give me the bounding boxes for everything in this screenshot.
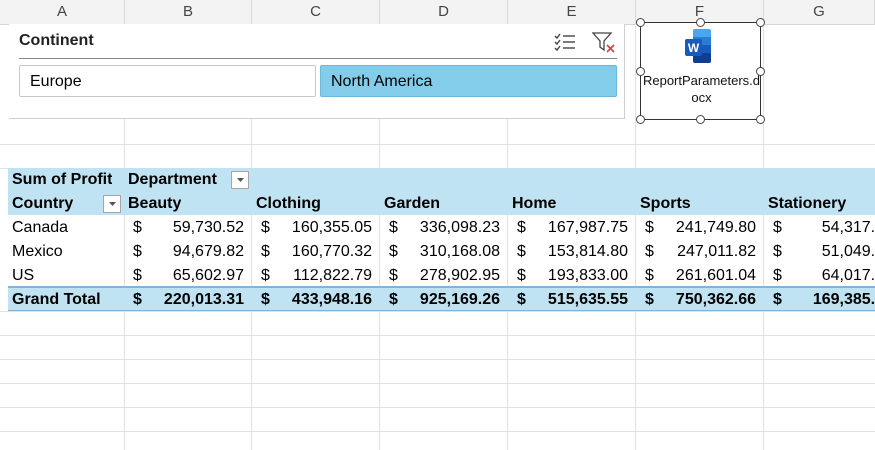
value-cell[interactable]: 153,814.80 [529, 240, 628, 264]
value-cell[interactable]: 336,098.23 [401, 216, 500, 240]
svg-text:W: W [688, 41, 700, 55]
value-cell[interactable]: 160,355.05 [273, 216, 372, 240]
currency-symbol: $ [261, 267, 270, 284]
country-filter-dropdown[interactable] [103, 195, 121, 213]
grand-total-value[interactable]: 169,385.6 [785, 288, 875, 312]
currency-symbol: $ [517, 243, 526, 260]
slicer-item-europe[interactable]: Europe [19, 65, 316, 97]
row-label-country[interactable]: Mexico [12, 240, 63, 264]
currency-symbol: $ [645, 291, 654, 308]
currency-symbol: $ [517, 267, 526, 284]
column-header-a[interactable]: A [0, 0, 125, 24]
currency-symbol: $ [645, 219, 654, 236]
slicer-title: Continent [19, 32, 94, 49]
clear-filter-icon[interactable] [591, 32, 615, 53]
value-cell[interactable]: 65,602.97 [145, 264, 244, 288]
embedded-document-object[interactable]: W ReportParameters.d ocx [640, 22, 761, 120]
currency-symbol: $ [517, 291, 526, 308]
currency-symbol: $ [133, 243, 142, 260]
resize-handle[interactable] [756, 115, 765, 124]
currency-symbol: $ [773, 267, 782, 284]
continent-slicer[interactable]: Continent Europe North America [9, 24, 625, 119]
currency-symbol: $ [389, 267, 398, 284]
currency-symbol: $ [133, 219, 142, 236]
slicer-separator [19, 58, 617, 59]
grand-total-value[interactable]: 925,169.26 [401, 288, 500, 312]
resize-handle[interactable] [636, 115, 645, 124]
pivot-column-field-label[interactable]: Department [128, 168, 217, 192]
multi-select-icon[interactable] [554, 32, 576, 52]
grand-total-value[interactable]: 220,013.31 [145, 288, 244, 312]
currency-symbol: $ [389, 291, 398, 308]
slicer-item-north-america[interactable]: North America [320, 65, 617, 97]
grand-total-value[interactable]: 515,635.55 [529, 288, 628, 312]
value-cell[interactable]: 64,017.8 [785, 264, 875, 288]
currency-symbol: $ [261, 291, 270, 308]
value-cell[interactable]: 193,833.00 [529, 264, 628, 288]
value-cell[interactable]: 94,679.82 [145, 240, 244, 264]
department-header-beauty[interactable]: Beauty [128, 192, 181, 216]
department-header-clothing[interactable]: Clothing [256, 192, 321, 216]
currency-symbol: $ [261, 219, 270, 236]
currency-symbol: $ [389, 243, 398, 260]
grand-total-label[interactable]: Grand Total [12, 288, 101, 312]
value-cell[interactable]: 247,011.82 [657, 240, 756, 264]
value-cell[interactable]: 54,317.8 [785, 216, 875, 240]
row-label-country[interactable]: US [12, 264, 34, 288]
filename-line-1: ReportParameters.d [642, 73, 761, 88]
value-cell[interactable]: 112,822.79 [273, 264, 372, 288]
spreadsheet: A B C D E F G Sum of Profit Department C… [0, 0, 875, 450]
currency-symbol: $ [773, 291, 782, 308]
pivot-row-field-label[interactable]: Country [12, 192, 73, 216]
currency-symbol: $ [773, 243, 782, 260]
value-cell[interactable]: 261,601.04 [657, 264, 756, 288]
value-cell[interactable]: 51,049.8 [785, 240, 875, 264]
column-header-e[interactable]: E [508, 0, 636, 24]
pivot-value-label[interactable]: Sum of Profit [12, 168, 112, 192]
currency-symbol: $ [389, 219, 398, 236]
value-cell[interactable]: 167,987.75 [529, 216, 628, 240]
currency-symbol: $ [133, 291, 142, 308]
department-header-stationery[interactable]: Stationery [768, 192, 846, 216]
column-header-g[interactable]: G [764, 0, 875, 24]
grand-total-value[interactable]: 750,362.66 [657, 288, 756, 312]
department-header-home[interactable]: Home [512, 192, 556, 216]
column-header-b[interactable]: B [125, 0, 252, 24]
resize-handle[interactable] [756, 18, 765, 27]
chevron-down-icon [236, 178, 244, 182]
grand-total-value[interactable]: 433,948.16 [273, 288, 372, 312]
value-cell[interactable]: 310,168.08 [401, 240, 500, 264]
column-header-c[interactable]: C [252, 0, 380, 24]
department-filter-dropdown[interactable] [231, 171, 249, 189]
currency-symbol: $ [645, 267, 654, 284]
value-cell[interactable]: 241,749.80 [657, 216, 756, 240]
currency-symbol: $ [645, 243, 654, 260]
word-document-icon: W [683, 27, 715, 67]
department-header-garden[interactable]: Garden [384, 192, 440, 216]
filename-line-2: ocx [691, 90, 712, 105]
value-cell[interactable]: 160,770.32 [273, 240, 372, 264]
department-header-sports[interactable]: Sports [640, 192, 691, 216]
resize-handle[interactable] [756, 67, 765, 76]
value-cell[interactable]: 278,902.95 [401, 264, 500, 288]
currency-symbol: $ [261, 243, 270, 260]
column-header-d[interactable]: D [380, 0, 508, 24]
value-cell[interactable]: 59,730.52 [145, 216, 244, 240]
currency-symbol: $ [517, 219, 526, 236]
currency-symbol: $ [133, 267, 142, 284]
embedded-filename: ReportParameters.d ocx [641, 72, 762, 106]
currency-symbol: $ [773, 219, 782, 236]
resize-handle[interactable] [636, 67, 645, 76]
resize-handle[interactable] [696, 18, 705, 27]
chevron-down-icon [108, 202, 116, 206]
resize-handle[interactable] [696, 115, 705, 124]
row-label-country[interactable]: Canada [12, 216, 68, 240]
resize-handle[interactable] [636, 18, 645, 27]
